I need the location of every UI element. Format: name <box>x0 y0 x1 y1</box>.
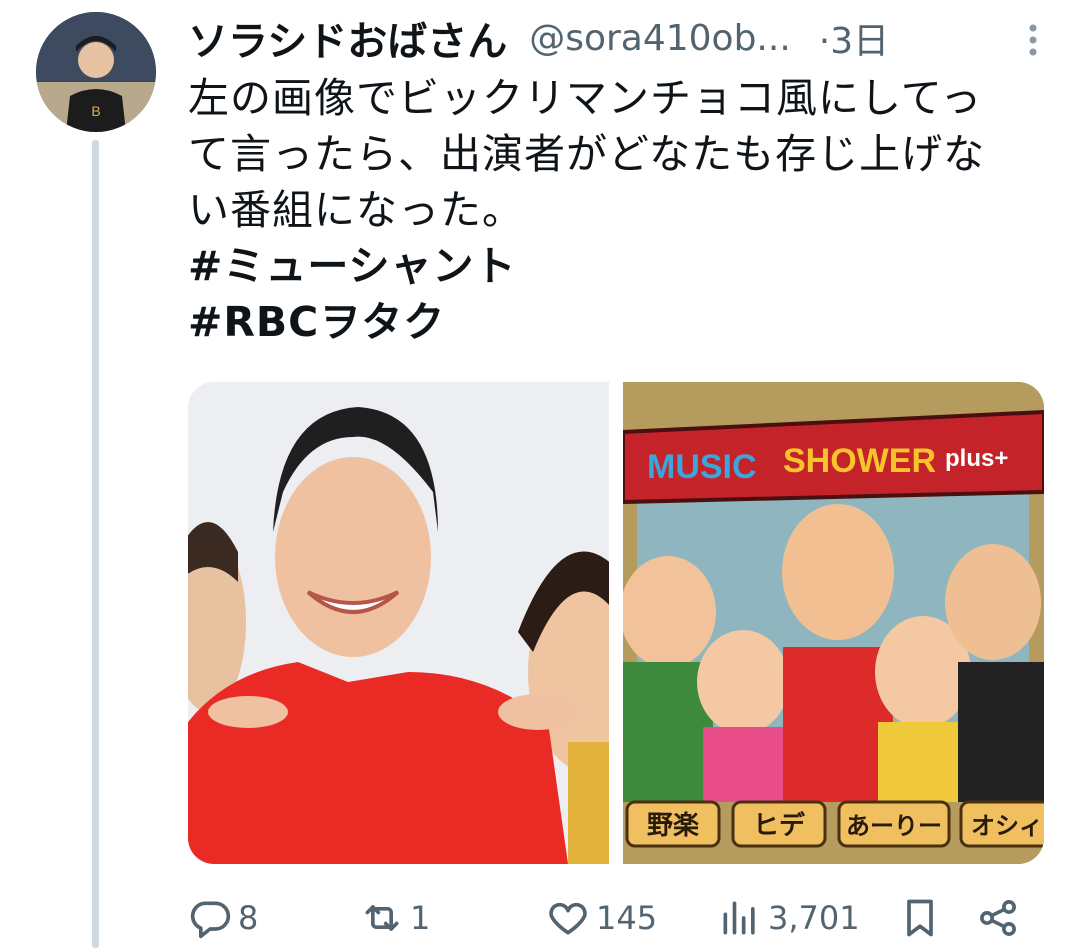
views-count: 3,701 <box>768 899 860 937</box>
name-tag: オシィ <box>971 812 1043 840</box>
reply-icon <box>188 896 232 940</box>
svg-text:B: B <box>91 103 100 119</box>
action-bar: 8 1 145 3,701 <box>188 888 1048 948</box>
illustration-image: MUSIC SHOWER plus+ 野楽 ヒデ あーりー オシィ <box>623 382 1044 864</box>
views-icon <box>718 896 762 940</box>
photo-image <box>188 382 609 864</box>
retweet-button[interactable]: 1 <box>360 888 430 948</box>
tweet-text-line: い番組になった。 <box>188 186 524 234</box>
reply-count: 8 <box>238 899 259 937</box>
user-handle[interactable]: @sora410ob... <box>529 18 791 59</box>
tweet[interactable]: B ソラシドおばさん @sora410ob... ·3日 左の画像でビックリマン… <box>0 0 1079 948</box>
share-icon <box>976 896 1020 940</box>
hashtag-link[interactable]: #RBCヲタク <box>188 294 1058 350</box>
banner-text-music: MUSIC <box>647 448 757 486</box>
views-button[interactable]: 3,701 <box>718 888 860 948</box>
thread-line <box>92 140 99 948</box>
like-count: 145 <box>596 899 658 937</box>
bookmark-icon <box>898 896 942 940</box>
like-button[interactable]: 145 <box>546 888 657 948</box>
name-tag: あーりー <box>846 812 942 840</box>
retweet-count: 1 <box>410 899 431 937</box>
name-tag: ヒデ <box>753 810 806 841</box>
retweet-icon <box>360 896 404 940</box>
media-photo-left[interactable] <box>188 382 609 864</box>
name-tag: 野楽 <box>647 811 700 841</box>
banner-text-shower: SHOWER <box>783 442 936 480</box>
media-gallery: MUSIC SHOWER plus+ 野楽 ヒデ あーりー オシィ <box>188 382 1044 864</box>
tweet-text-line: て言ったら、出演者がどなたも存じ上げな <box>188 130 986 178</box>
hashtag-link[interactable]: #ミューシャント <box>188 238 1058 294</box>
avatar-image: B <box>36 12 156 132</box>
avatar[interactable]: B <box>36 12 156 132</box>
more-options-icon[interactable] <box>1018 20 1048 60</box>
reply-button[interactable]: 8 <box>188 888 258 948</box>
bookmark-button[interactable] <box>898 888 942 948</box>
share-button[interactable] <box>976 888 1020 948</box>
media-image-right[interactable]: MUSIC SHOWER plus+ 野楽 ヒデ あーりー オシィ <box>623 382 1044 864</box>
display-name[interactable]: ソラシドおばさん <box>188 9 507 67</box>
tweet-text-line: 左の画像でビックリマンチョコ風にしてっ <box>188 74 983 122</box>
tweet-text: 左の画像でビックリマンチョコ風にしてっ て言ったら、出演者がどなたも存じ上げな … <box>188 70 1058 350</box>
heart-icon <box>546 896 590 940</box>
banner-text-plus: plus+ <box>945 445 1008 472</box>
tweet-header: ソラシドおばさん @sora410ob... ·3日 <box>188 10 1048 66</box>
timestamp[interactable]: ·3日 <box>819 12 889 64</box>
